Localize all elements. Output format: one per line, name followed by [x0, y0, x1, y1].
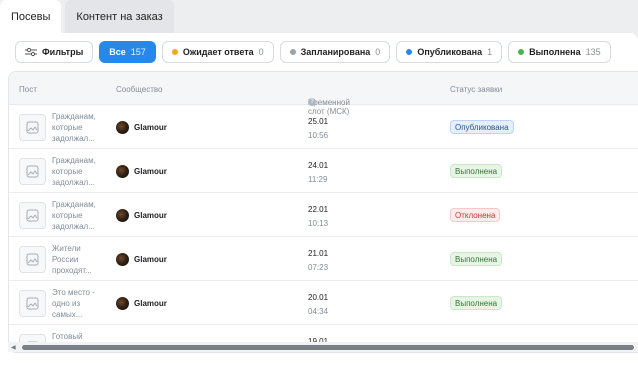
post-preview-text[interactable]: Гражданам, которые задолжал...: [52, 155, 104, 188]
status-badge: Выполнена: [450, 296, 503, 310]
status-dot: [518, 49, 525, 55]
chip-scheduled[interactable]: Запланирована 0: [279, 41, 391, 63]
chip-completed-count: 135: [585, 47, 601, 57]
scrollbar-thumb[interactable]: [22, 345, 634, 350]
table-row[interactable]: Гражданам, которые задолжал... Glamour 25.…: [9, 105, 638, 149]
post-preview-text[interactable]: Гражданам, которые задолжал...: [52, 111, 104, 144]
slot-time: 04:34: [308, 307, 329, 316]
status-badge: Выполнена: [450, 164, 503, 178]
requests-table: Пост Сообщество Временной слот (МСК) ? С…: [8, 71, 638, 353]
slot-date: 22.01: [308, 205, 329, 214]
time-slot: 22.01 10:13: [308, 203, 328, 231]
chip-awaiting-count: 0: [258, 47, 264, 57]
community-name: Glamour: [134, 299, 167, 308]
community-name: Glamour: [134, 255, 167, 264]
header-post[interactable]: Пост: [19, 85, 37, 94]
chip-completed[interactable]: Выполнена 135: [508, 41, 611, 63]
chip-scheduled-count: 0: [375, 47, 381, 57]
slot-date: 21.01: [308, 249, 329, 258]
community-name: Glamour: [134, 211, 167, 220]
post-thumbnail[interactable]: [19, 158, 46, 185]
table-header: Пост Сообщество Временной слот (МСК) ? С…: [9, 72, 638, 116]
community-cell[interactable]: Glamour: [116, 165, 167, 178]
filters-label: Фильтры: [42, 47, 84, 57]
slot-time: 11:29: [308, 175, 328, 184]
avatar: [116, 253, 129, 266]
post-preview-text[interactable]: Это место - одно из самых...: [52, 287, 104, 320]
tab-posevy[interactable]: Посевы: [0, 0, 62, 34]
content-panel: Фильтры Все 157 Ожидает ответа 0 Заплани…: [0, 33, 638, 367]
chip-all-label: Все: [109, 47, 126, 57]
header-community[interactable]: Сообщество: [116, 85, 162, 94]
community-cell[interactable]: Glamour: [116, 297, 167, 310]
table-row[interactable]: Жители России проходят... Glamour 21.01 07:…: [9, 237, 638, 281]
post-thumbnail[interactable]: [19, 202, 46, 229]
chip-all-count: 157: [130, 47, 146, 57]
sliders-icon: [25, 47, 37, 57]
post-thumbnail[interactable]: [19, 290, 46, 317]
avatar: [116, 209, 129, 222]
community-cell[interactable]: Glamour: [116, 209, 167, 222]
community-cell[interactable]: Glamour: [116, 253, 167, 266]
chip-scheduled-label: Запланирована: [300, 47, 371, 57]
avatar: [116, 121, 129, 134]
table-body: Гражданам, которые задолжал... Glamour 25.…: [9, 105, 638, 352]
post-preview-text[interactable]: Гражданам, которые задолжал...: [52, 199, 104, 232]
tab-custom-content[interactable]: Контент на заказ: [65, 0, 174, 34]
image-placeholder-icon: [26, 209, 39, 222]
chip-published-label: Опубликована: [417, 47, 483, 57]
community-name: Glamour: [134, 167, 167, 176]
slot-date: 20.01: [308, 293, 329, 302]
status-badge: Выполнена: [450, 252, 503, 266]
time-slot: 25.01 10:56: [308, 115, 328, 143]
chip-published[interactable]: Опубликована 1: [396, 41, 503, 63]
scroll-left-icon[interactable]: ◀: [11, 344, 16, 351]
image-placeholder-icon: [26, 297, 39, 310]
time-slot: 21.01 07:23: [308, 247, 328, 275]
chip-awaiting[interactable]: Ожидает ответа 0: [161, 41, 274, 63]
horizontal-scrollbar[interactable]: ◀: [8, 342, 638, 352]
status-dot: [406, 49, 413, 55]
slot-time: 10:56: [308, 131, 329, 140]
filter-bar: Фильтры Все 157 Ожидает ответа 0 Заплани…: [15, 41, 611, 63]
community-name: Glamour: [134, 123, 167, 132]
slot-time: 07:23: [308, 263, 329, 272]
table-row[interactable]: Гражданам, которые задолжал... Glamour 24.…: [9, 149, 638, 193]
post-preview-text[interactable]: Жители России проходят...: [52, 243, 104, 276]
time-slot: 24.01 11:29: [308, 159, 328, 187]
table-row[interactable]: Гражданам, которые задолжал... Glamour 22.…: [9, 193, 638, 237]
time-slot: 20.01 04:34: [308, 291, 328, 319]
tab-bar: Посевы Контент на заказ: [0, 0, 174, 35]
chip-published-count: 1: [487, 47, 493, 57]
status-badge: Отклонена: [450, 208, 501, 222]
post-preview-text[interactable]: Готовый: [52, 331, 104, 342]
post-thumbnail[interactable]: [19, 114, 46, 141]
image-placeholder-icon: [26, 165, 39, 178]
slot-date: 24.01: [308, 161, 329, 170]
avatar: [116, 165, 129, 178]
status-dot: [289, 49, 296, 55]
post-thumbnail[interactable]: [19, 246, 46, 273]
chip-awaiting-label: Ожидает ответа: [182, 47, 254, 57]
image-placeholder-icon: [26, 121, 39, 134]
slot-time: 10:13: [308, 219, 329, 228]
community-cell[interactable]: Glamour: [116, 121, 167, 134]
image-placeholder-icon: [26, 253, 39, 266]
table-row[interactable]: Это место - одно из самых... Glamour 20.01…: [9, 281, 638, 325]
chip-all[interactable]: Все 157: [99, 41, 156, 63]
slot-date: 25.01: [308, 117, 329, 126]
status-dot: [171, 49, 178, 55]
avatar: [116, 297, 129, 310]
chip-completed-label: Выполнена: [529, 47, 581, 57]
filters-button[interactable]: Фильтры: [15, 41, 94, 63]
status-badge: Опубликована: [450, 120, 514, 134]
header-status[interactable]: Статус заявки: [450, 85, 502, 94]
